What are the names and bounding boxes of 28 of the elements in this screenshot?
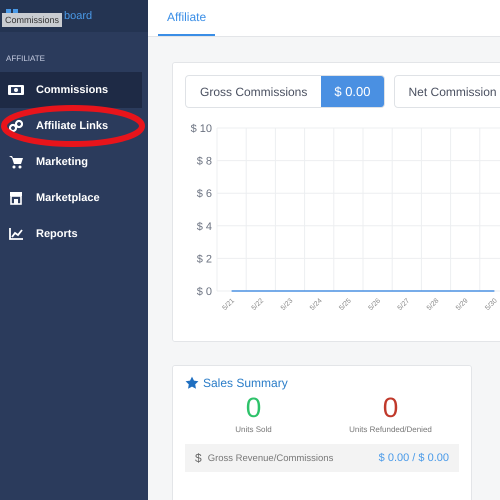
stat-label: Units Sold <box>234 425 273 434</box>
currency-icon: $ <box>195 451 202 465</box>
toggle-button[interactable]: Gross Commissions $ 0.00 <box>185 75 385 108</box>
row-value: $ 0.00 / $ 0.00 <box>378 452 449 464</box>
row-label: Gross Revenue/Commissions <box>208 452 334 464</box>
stat-label: Units Refunded/Denied <box>348 425 433 434</box>
y-tick-label: $ 8 <box>196 156 212 168</box>
sidebar-item[interactable]: Commissions <box>0 72 142 108</box>
y-tick-label: $ 10 <box>190 123 212 135</box>
chart-icon <box>9 228 23 240</box>
link-icon <box>9 119 23 133</box>
y-tick-label: $ 0 <box>196 286 212 298</box>
sidebar-item[interactable]: Marketing <box>0 144 142 180</box>
section-label: AFFILIATE <box>5 53 46 65</box>
stat-value: 0 <box>244 392 262 424</box>
y-tick-label: $ 6 <box>196 188 212 200</box>
star-icon <box>185 376 199 390</box>
card-title: Sales Summary <box>203 376 288 390</box>
hover-tooltip: Commissions <box>2 13 62 27</box>
toggle-button[interactable]: Net Commission <box>394 75 500 108</box>
store-icon <box>9 191 23 205</box>
sidebar-item[interactable]: Reports <box>0 216 142 252</box>
stat-value: 0 <box>382 392 400 424</box>
sidebar-item[interactable]: Marketplace <box>0 180 142 216</box>
cart-icon <box>9 155 23 169</box>
y-tick-label: $ 4 <box>196 220 212 233</box>
y-tick-label: $ 2 <box>196 253 212 266</box>
cash-icon <box>8 85 24 95</box>
